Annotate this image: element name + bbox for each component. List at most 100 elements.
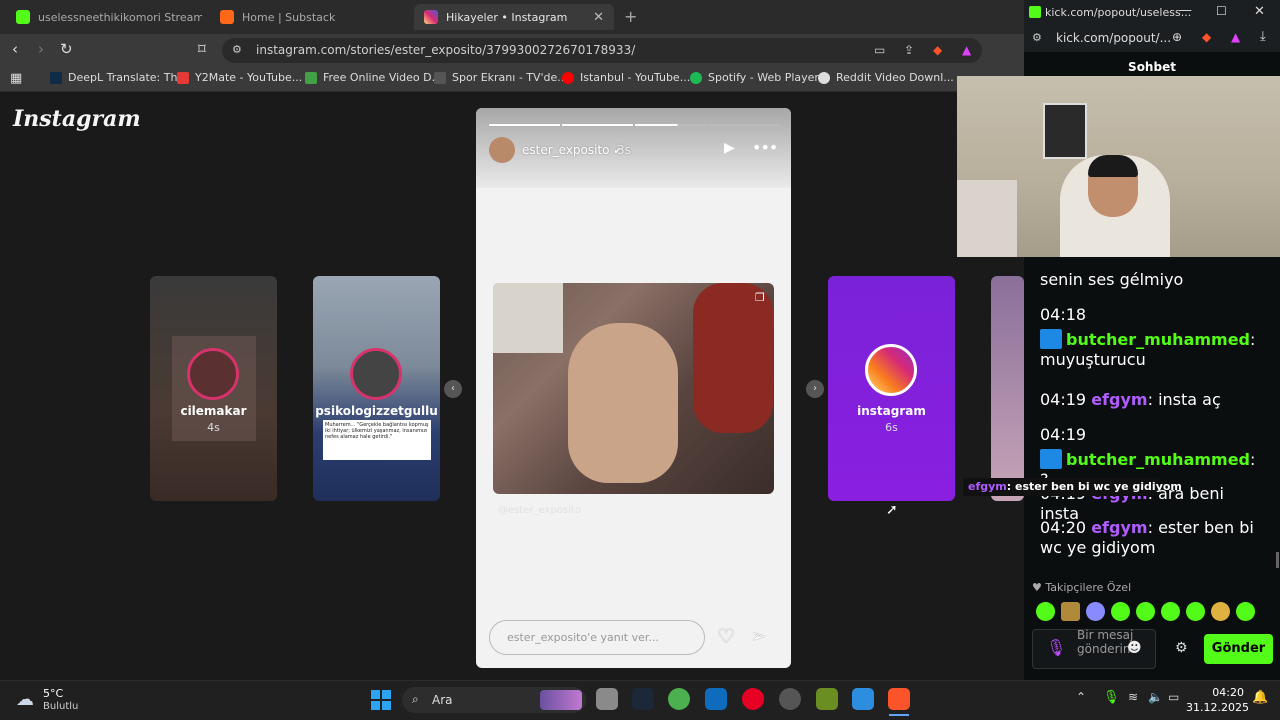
story-time: 4s [207, 421, 220, 434]
steam-icon[interactable] [632, 688, 654, 710]
bookmark-spor-ekrani[interactable]: Spor Ekranı - TV'de... [434, 71, 568, 84]
bookmark-reddit[interactable]: Reddit Video Downl... [818, 71, 954, 84]
instagram-logo[interactable]: Instagram [13, 106, 141, 132]
reload-icon[interactable]: ↻ [60, 40, 73, 58]
back-icon[interactable]: ‹ [12, 40, 18, 58]
volume-icon[interactable]: 🔈 [1148, 690, 1163, 704]
chrome-icon[interactable] [779, 688, 801, 710]
settings-gear-icon[interactable]: ⚙ [1175, 640, 1188, 656]
emote-icon[interactable] [1161, 602, 1180, 621]
brave-shield-icon[interactable]: ◆ [1202, 30, 1211, 44]
send-button[interactable]: Gönder [1204, 634, 1273, 664]
tab-kick-stream[interactable]: uselessneethikikomori Stream - V [6, 4, 202, 30]
emote-icon[interactable] [1086, 602, 1105, 621]
bookmark-free-video[interactable]: Free Online Video D... [305, 71, 442, 84]
next-story-icon[interactable]: › [806, 380, 824, 398]
send-direct-icon[interactable]: ➢ [751, 626, 766, 647]
close-tab-icon[interactable]: ✕ [587, 10, 604, 25]
emote-icon[interactable] [1061, 602, 1080, 621]
story-preview-cilemakar[interactable]: cilemakar 4s [150, 276, 277, 501]
brave-rewards-icon[interactable]: ▲ [962, 43, 971, 57]
kick-favicon-icon [16, 10, 30, 24]
minimize-icon[interactable]: — [1179, 3, 1192, 18]
microphone-tray-icon[interactable]: 🎙 [1103, 690, 1120, 705]
chat-title: Sohbet [1128, 60, 1176, 74]
weather-cloud-icon[interactable]: ☁ [16, 689, 34, 710]
minecraft-icon[interactable] [816, 688, 838, 710]
weather-desc[interactable]: Bulutlu [43, 701, 78, 712]
story-preview-instagram[interactable]: instagram 6s [828, 276, 955, 501]
clock-date[interactable]: 31.12.2025 [1186, 701, 1249, 714]
brave-shield-icon[interactable]: ◆ [933, 43, 942, 57]
app-icon[interactable] [668, 688, 690, 710]
emote-icon[interactable] [1211, 602, 1230, 621]
cast-icon[interactable]: ▭ [874, 43, 885, 57]
kick-url[interactable]: kick.com/popout/... [1056, 31, 1171, 45]
story-username: instagram [857, 404, 926, 418]
emote-icon[interactable] [1236, 602, 1255, 621]
download-icon[interactable]: ⤓ [1260, 29, 1266, 44]
story-preview-psikologizzetgullu[interactable]: psikologizzetgullu Muharrem... "Gerçekle… [313, 276, 440, 501]
emoji-icon[interactable]: ☻ [1127, 640, 1142, 656]
chat-username[interactable]: butcher_muhammed [1066, 330, 1250, 349]
previous-story-icon[interactable]: ‹ [444, 380, 462, 398]
chat-username[interactable]: butcher_muhammed [1066, 450, 1250, 469]
site-settings-icon[interactable]: ⚙ [1032, 31, 1042, 44]
battery-icon[interactable]: ▭ [1168, 690, 1179, 704]
task-view-icon[interactable] [596, 688, 618, 710]
story-username[interactable]: ester_exposito ✔ [522, 143, 622, 157]
avatar [187, 348, 239, 400]
share-icon[interactable]: ⇪ [904, 43, 914, 57]
like-heart-icon[interactable]: ♡ [717, 624, 735, 648]
close-window-icon[interactable]: ✕ [1254, 4, 1265, 19]
tab-substack[interactable]: Home | Substack [210, 4, 406, 30]
active-app-indicator [889, 714, 909, 716]
windows-start-icon[interactable] [371, 690, 391, 710]
outlook-icon[interactable] [705, 688, 727, 710]
clock-time[interactable]: 04:20 [1208, 686, 1244, 699]
new-tab-icon[interactable]: + [624, 7, 637, 26]
bookmark-deepl[interactable]: DeepL Translate: Th... [50, 71, 188, 84]
forward-icon[interactable]: › [38, 40, 44, 58]
pinterest-icon[interactable] [742, 688, 764, 710]
emote-icon[interactable] [1186, 602, 1205, 621]
apps-grid-icon[interactable]: ▦ [10, 71, 22, 86]
story-progress-segment [708, 124, 779, 126]
photo-face [568, 323, 678, 483]
more-options-icon[interactable]: ••• [752, 138, 778, 157]
heart-icon: ♥ [1032, 581, 1046, 594]
notepad-icon[interactable] [852, 688, 874, 710]
chat-message: 04:20 efgym: ester ben bi wc ye gidiyom [1040, 518, 1254, 557]
avatar [350, 348, 402, 400]
download-icon [305, 71, 317, 84]
chat-message: 04:19 efgym: insta aç [1040, 390, 1221, 409]
tab-instagram[interactable]: Hikayeler • Instagram ✕ [414, 4, 614, 30]
chat-username[interactable]: efgym [1091, 390, 1147, 409]
maximize-icon[interactable]: ☐ [1216, 4, 1227, 18]
chat-username[interactable]: efgym [1091, 518, 1147, 537]
zoom-icon[interactable]: ⊕ [1172, 30, 1182, 44]
bookmark-spotify[interactable]: Spotify - Web Player... [690, 71, 828, 84]
chat-scrollbar[interactable] [1276, 552, 1279, 568]
site-settings-icon[interactable]: ⚙ [232, 43, 242, 56]
bookmark-icon[interactable]: ⌑ [198, 40, 206, 58]
brave-browser-icon[interactable] [888, 688, 910, 710]
microphone-icon[interactable]: 🎙 [1046, 638, 1066, 657]
play-icon[interactable]: ▶ [724, 140, 735, 156]
weather-temp[interactable]: 5°C [43, 687, 63, 700]
brave-rewards-icon[interactable]: ▲ [1231, 30, 1240, 44]
emote-icon[interactable] [1036, 602, 1055, 621]
notification-icon[interactable]: 🔔 [1252, 690, 1268, 705]
emote-icon[interactable] [1111, 602, 1130, 621]
emote-icon[interactable] [1136, 602, 1155, 621]
bookmark-istanbul[interactable]: Istanbul - YouTube... [562, 71, 690, 84]
story-avatar[interactable] [489, 137, 515, 163]
bookmark-y2mate[interactable]: Y2Mate - YouTube... [177, 71, 302, 84]
spotify-icon [690, 71, 702, 84]
search-highlight-image [540, 690, 582, 710]
chevron-up-icon[interactable]: ⌃ [1076, 690, 1086, 704]
webcam-background [957, 180, 1017, 257]
story-preview-partial[interactable] [991, 276, 1024, 501]
story-progress-current [635, 124, 706, 126]
wifi-icon[interactable]: ≋ [1128, 690, 1138, 704]
